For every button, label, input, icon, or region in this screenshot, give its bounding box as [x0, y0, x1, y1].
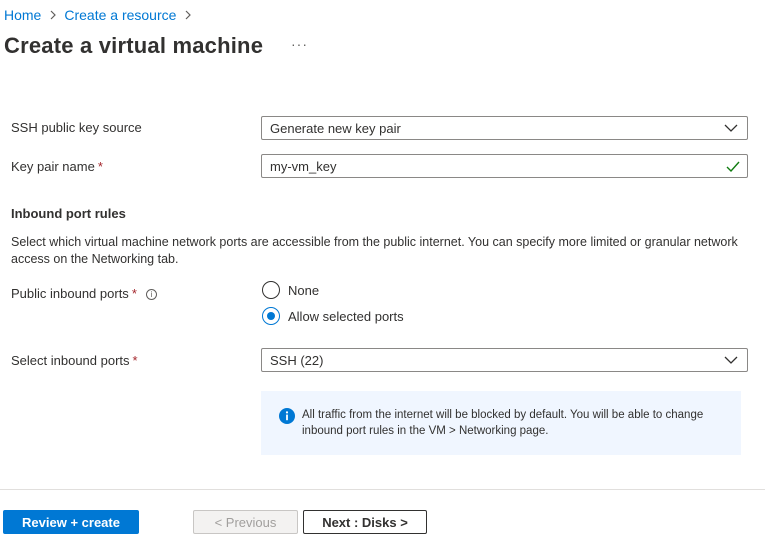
chevron-down-icon — [724, 124, 738, 132]
select-inbound-ports-dropdown[interactable]: SSH (22) — [261, 348, 748, 372]
radio-option-none[interactable]: None — [262, 281, 319, 299]
previous-button[interactable]: < Previous — [193, 510, 298, 534]
ssh-key-source-label-text: SSH public key source — [11, 120, 142, 135]
breadcrumb: Home Create a resource — [4, 7, 199, 23]
required-marker: * — [132, 353, 138, 368]
review-create-button[interactable]: Review + create — [3, 510, 139, 534]
breadcrumb-home-link[interactable]: Home — [4, 7, 41, 23]
select-inbound-ports-label-text: Select inbound ports — [11, 353, 130, 368]
public-inbound-ports-label-text: Public inbound ports — [11, 286, 129, 301]
info-message-box: All traffic from the internet will be bl… — [261, 391, 741, 455]
required-marker: * — [97, 159, 103, 174]
next-disks-button[interactable]: Next : Disks > — [303, 510, 427, 534]
more-icon[interactable]: ··· — [291, 36, 308, 52]
breadcrumb-create-resource-link[interactable]: Create a resource — [64, 7, 176, 23]
public-inbound-ports-label: Public inbound ports * i — [11, 286, 157, 301]
checkmark-icon — [726, 161, 740, 172]
ssh-key-source-value: Generate new key pair — [270, 120, 401, 136]
key-pair-name-input[interactable]: my-vm_key — [261, 154, 748, 178]
radio-label-allow-selected-ports: Allow selected ports — [288, 308, 404, 324]
inbound-port-rules-heading: Inbound port rules — [11, 206, 126, 221]
radio-label-none: None — [288, 282, 320, 298]
info-message-text: All traffic from the internet will be bl… — [302, 409, 704, 437]
inbound-port-rules-description: Select which virtual machine network por… — [11, 235, 738, 266]
key-pair-name-label: Key pair name * — [11, 159, 103, 174]
footer-divider — [0, 489, 765, 490]
radio-button-none[interactable] — [262, 281, 280, 299]
ssh-key-source-label: SSH public key source — [11, 120, 142, 135]
select-inbound-ports-label: Select inbound ports * — [11, 353, 138, 368]
radio-option-allow-selected-ports[interactable]: Allow selected ports — [262, 307, 404, 325]
page-title: Create a virtual machine — [4, 33, 264, 58]
chevron-right-icon — [184, 10, 192, 20]
chevron-right-icon — [49, 10, 57, 20]
key-pair-name-label-text: Key pair name — [11, 159, 95, 174]
ssh-key-source-dropdown[interactable]: Generate new key pair — [261, 116, 748, 140]
select-inbound-ports-value: SSH (22) — [270, 352, 324, 368]
required-marker: * — [131, 286, 137, 301]
key-pair-name-value: my-vm_key — [270, 158, 337, 174]
chevron-down-icon — [724, 356, 738, 364]
info-icon — [279, 408, 295, 424]
info-icon[interactable]: i — [145, 289, 157, 300]
radio-button-allow-selected-ports[interactable] — [262, 307, 280, 325]
